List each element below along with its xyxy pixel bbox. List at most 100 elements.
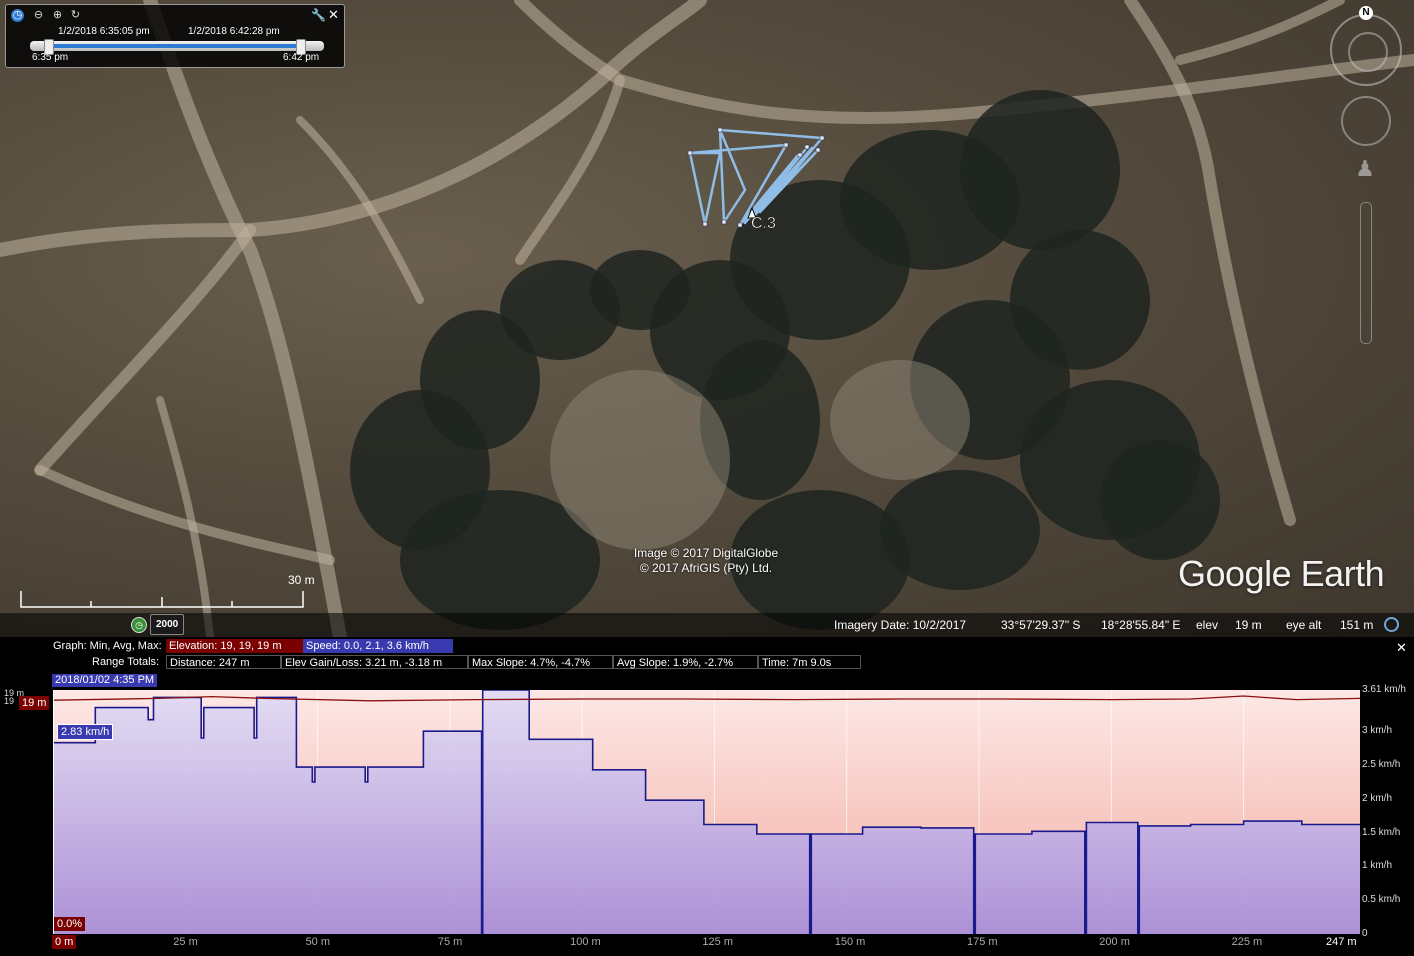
time-slider-panel: ◷ ⊖ ⊕ ↻ 1/2/2018 6:35:05 pm 1/2/2018 6:4… [5, 4, 345, 68]
elev-value: 19 m [1235, 618, 1262, 632]
elevation-point [1110, 699, 1112, 701]
speed-point [1301, 823, 1303, 826]
avg-slope: Avg Slope: 1.9%, -2.7% [613, 655, 758, 669]
speed-cursor-value: 2.83 km/h [57, 724, 114, 740]
x-tick-label: 75 m [437, 936, 463, 948]
zoom-out-icon[interactable]: ⊖ [32, 9, 45, 22]
speed-point [253, 737, 255, 739]
close-graph-icon[interactable]: ✕ [1396, 640, 1407, 656]
pegman-icon[interactable]: ♟ [1355, 156, 1375, 192]
historical-imagery-icon[interactable]: ◷ [131, 617, 147, 633]
zoom-slider[interactable] [1360, 202, 1372, 344]
speed-point [756, 833, 758, 835]
speed-point [703, 823, 705, 826]
elevation-profile-panel: Graph: Min, Avg, Max: Elevation: 19, 19,… [0, 637, 1414, 956]
streaming-indicator-icon [1384, 617, 1399, 632]
latitude: 33°57'29.37" S [1001, 618, 1081, 632]
elevation-point [369, 700, 372, 702]
speed-point [422, 766, 424, 768]
speed-point [528, 738, 530, 740]
range-start-label: 6:35 pm [32, 52, 69, 63]
refresh-icon[interactable]: ↻ [69, 9, 82, 22]
google-earth-logo: Google Earth [1178, 553, 1385, 594]
y-tick-label: 2 km/h [1362, 792, 1393, 804]
y-tick-label: 3.61 km/h [1362, 684, 1406, 695]
close-icon[interactable]: ✕ [328, 7, 339, 23]
x-tick-label: 25 m [173, 936, 198, 948]
map-view[interactable]: C.3 ◷ ⊖ ⊕ ↻ 1/2/2018 6:35:05 pm 1/2/2018… [0, 0, 1414, 637]
speed-point [367, 766, 369, 768]
slope-cursor-value: 0.0% [54, 917, 86, 931]
x-tick-label: 247 m [1326, 936, 1357, 948]
elev-label: elev [1196, 618, 1219, 632]
y-tick-label: 3 km/h [1362, 725, 1393, 737]
elevation-point [1190, 698, 1192, 700]
look-joystick[interactable] [1341, 96, 1391, 146]
elevation-point [581, 698, 583, 700]
max-slope: Max Slope: 4.7%, -4.7% [468, 655, 613, 669]
speed-point [94, 742, 96, 744]
speed-point [756, 823, 758, 826]
y-tick-label: 1 km/h [1362, 860, 1393, 872]
eye-alt-label: eye alt [1286, 618, 1322, 632]
speed-point [311, 781, 313, 783]
compass-ring[interactable] [1330, 14, 1402, 86]
speed-point [1084, 830, 1086, 832]
elev-axis-sub: 19 [4, 696, 15, 706]
cursor-datetime: 2018/01/02 4:35 PM [52, 674, 158, 687]
speed-point [364, 781, 366, 783]
zoom-in-icon[interactable]: ⊕ [51, 9, 64, 22]
speed-point [295, 696, 297, 698]
speed-point [920, 827, 922, 829]
y-tick-label: 0 [1362, 928, 1368, 939]
speed-point [1243, 823, 1245, 826]
speed-point [1031, 833, 1033, 835]
speed-point [481, 730, 483, 732]
speed-point [422, 730, 424, 732]
speed-summary[interactable]: Speed: 0.0, 2.1, 3.6 km/h [303, 639, 453, 653]
speed-point [203, 737, 205, 739]
speed-point [367, 781, 369, 783]
elevation-point [793, 699, 795, 701]
north-indicator[interactable]: N [1359, 6, 1373, 20]
elevation-point [1004, 698, 1007, 700]
elevation-cursor-value: 19 m [19, 696, 50, 710]
speed-point [1138, 825, 1140, 827]
speed-point [592, 769, 594, 771]
speed-point [645, 799, 647, 801]
distance-total: Distance: 247 m [166, 655, 281, 669]
attribution-line1: Image © 2017 DigitalGlobe [633, 546, 779, 560]
speed-point [295, 766, 297, 768]
attribution: Image © 2017 DigitalGlobe © 2017 AfriGIS… [560, 546, 852, 576]
speed-point [703, 799, 705, 801]
range-totals-label: Range Totals: [92, 656, 160, 668]
speed-point [974, 833, 976, 835]
clock-icon[interactable]: ◷ [11, 9, 24, 22]
time-total: Time: 7m 9.0s [758, 655, 861, 669]
historical-year-badge[interactable]: 2000 [150, 614, 185, 635]
speed-point [200, 737, 202, 739]
speed-point [152, 696, 155, 698]
speed-point [645, 769, 647, 771]
speed-point [973, 827, 975, 829]
speed-point [203, 707, 205, 709]
imagery-date: Imagery Date: 10/2/2017 [834, 618, 967, 632]
speed-point [809, 833, 811, 835]
time-slider-track[interactable] [30, 39, 324, 55]
speed-point [147, 707, 149, 709]
scale-bar [20, 591, 304, 608]
speed-point [256, 737, 258, 739]
attribution-line2: © 2017 AfriGIS (Pty) Ltd. [639, 561, 773, 575]
distance-cursor-value: 0 m [52, 935, 77, 949]
wrench-icon[interactable]: 🔧 [311, 8, 326, 22]
elevation-point [475, 699, 477, 701]
elevation-summary[interactable]: Elevation: 19, 19, 19 m [166, 639, 303, 653]
profile-chart[interactable] [53, 690, 1360, 934]
speed-point [592, 738, 594, 740]
speed-point [810, 833, 812, 835]
scale-label: 30 m [288, 573, 315, 587]
y-tick-label: 0.5 km/h [1362, 894, 1401, 906]
x-tick-label: 150 m [834, 936, 866, 948]
y-tick-label: 1.5 km/h [1362, 826, 1401, 838]
navigation-controls: N ♟ [1328, 6, 1408, 351]
